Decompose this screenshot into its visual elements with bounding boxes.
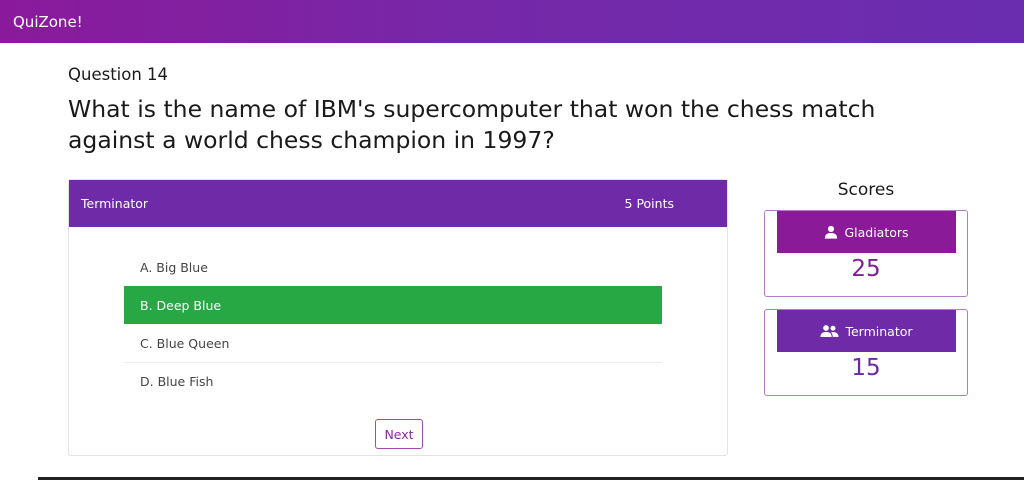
user-icon bbox=[825, 225, 838, 239]
team-name: Gladiators bbox=[844, 224, 909, 240]
answer-option-a[interactable]: A. Big Blue bbox=[124, 248, 662, 286]
answer-option-c[interactable]: C. Blue Queen bbox=[124, 324, 662, 362]
card-header: Terminator 5 Points bbox=[69, 180, 727, 227]
answer-options: A. Big Blue B. Deep Blue C. Blue Queen D… bbox=[124, 248, 662, 400]
question-text: What is the name of IBM's supercomputer … bbox=[68, 95, 876, 154]
brand-link[interactable]: QuiZone! bbox=[13, 13, 83, 31]
scores-title: Scores bbox=[837, 180, 895, 200]
top-navbar: QuiZone! bbox=[0, 0, 1024, 43]
current-team-label: Terminator bbox=[81, 196, 149, 211]
answer-option-b[interactable]: B. Deep Blue bbox=[124, 286, 662, 324]
team-badge-gladiators: Gladiators bbox=[777, 211, 956, 253]
question-number: Question 14 bbox=[68, 65, 169, 84]
answer-option-d[interactable]: D. Blue Fish bbox=[124, 362, 662, 400]
team-name: Terminator bbox=[845, 323, 913, 339]
score-card-gladiators: Gladiators 25 bbox=[764, 210, 968, 297]
team-score: 15 bbox=[851, 355, 881, 381]
next-button[interactable]: Next bbox=[375, 419, 423, 449]
points-label: 5 Points bbox=[624, 196, 674, 211]
score-card-terminator: Terminator 15 bbox=[764, 309, 968, 396]
team-badge-terminator: Terminator bbox=[777, 310, 956, 352]
users-icon bbox=[820, 325, 840, 338]
team-score: 25 bbox=[851, 256, 881, 282]
question-card: Terminator 5 Points A. Big Blue B. Deep … bbox=[68, 179, 728, 456]
